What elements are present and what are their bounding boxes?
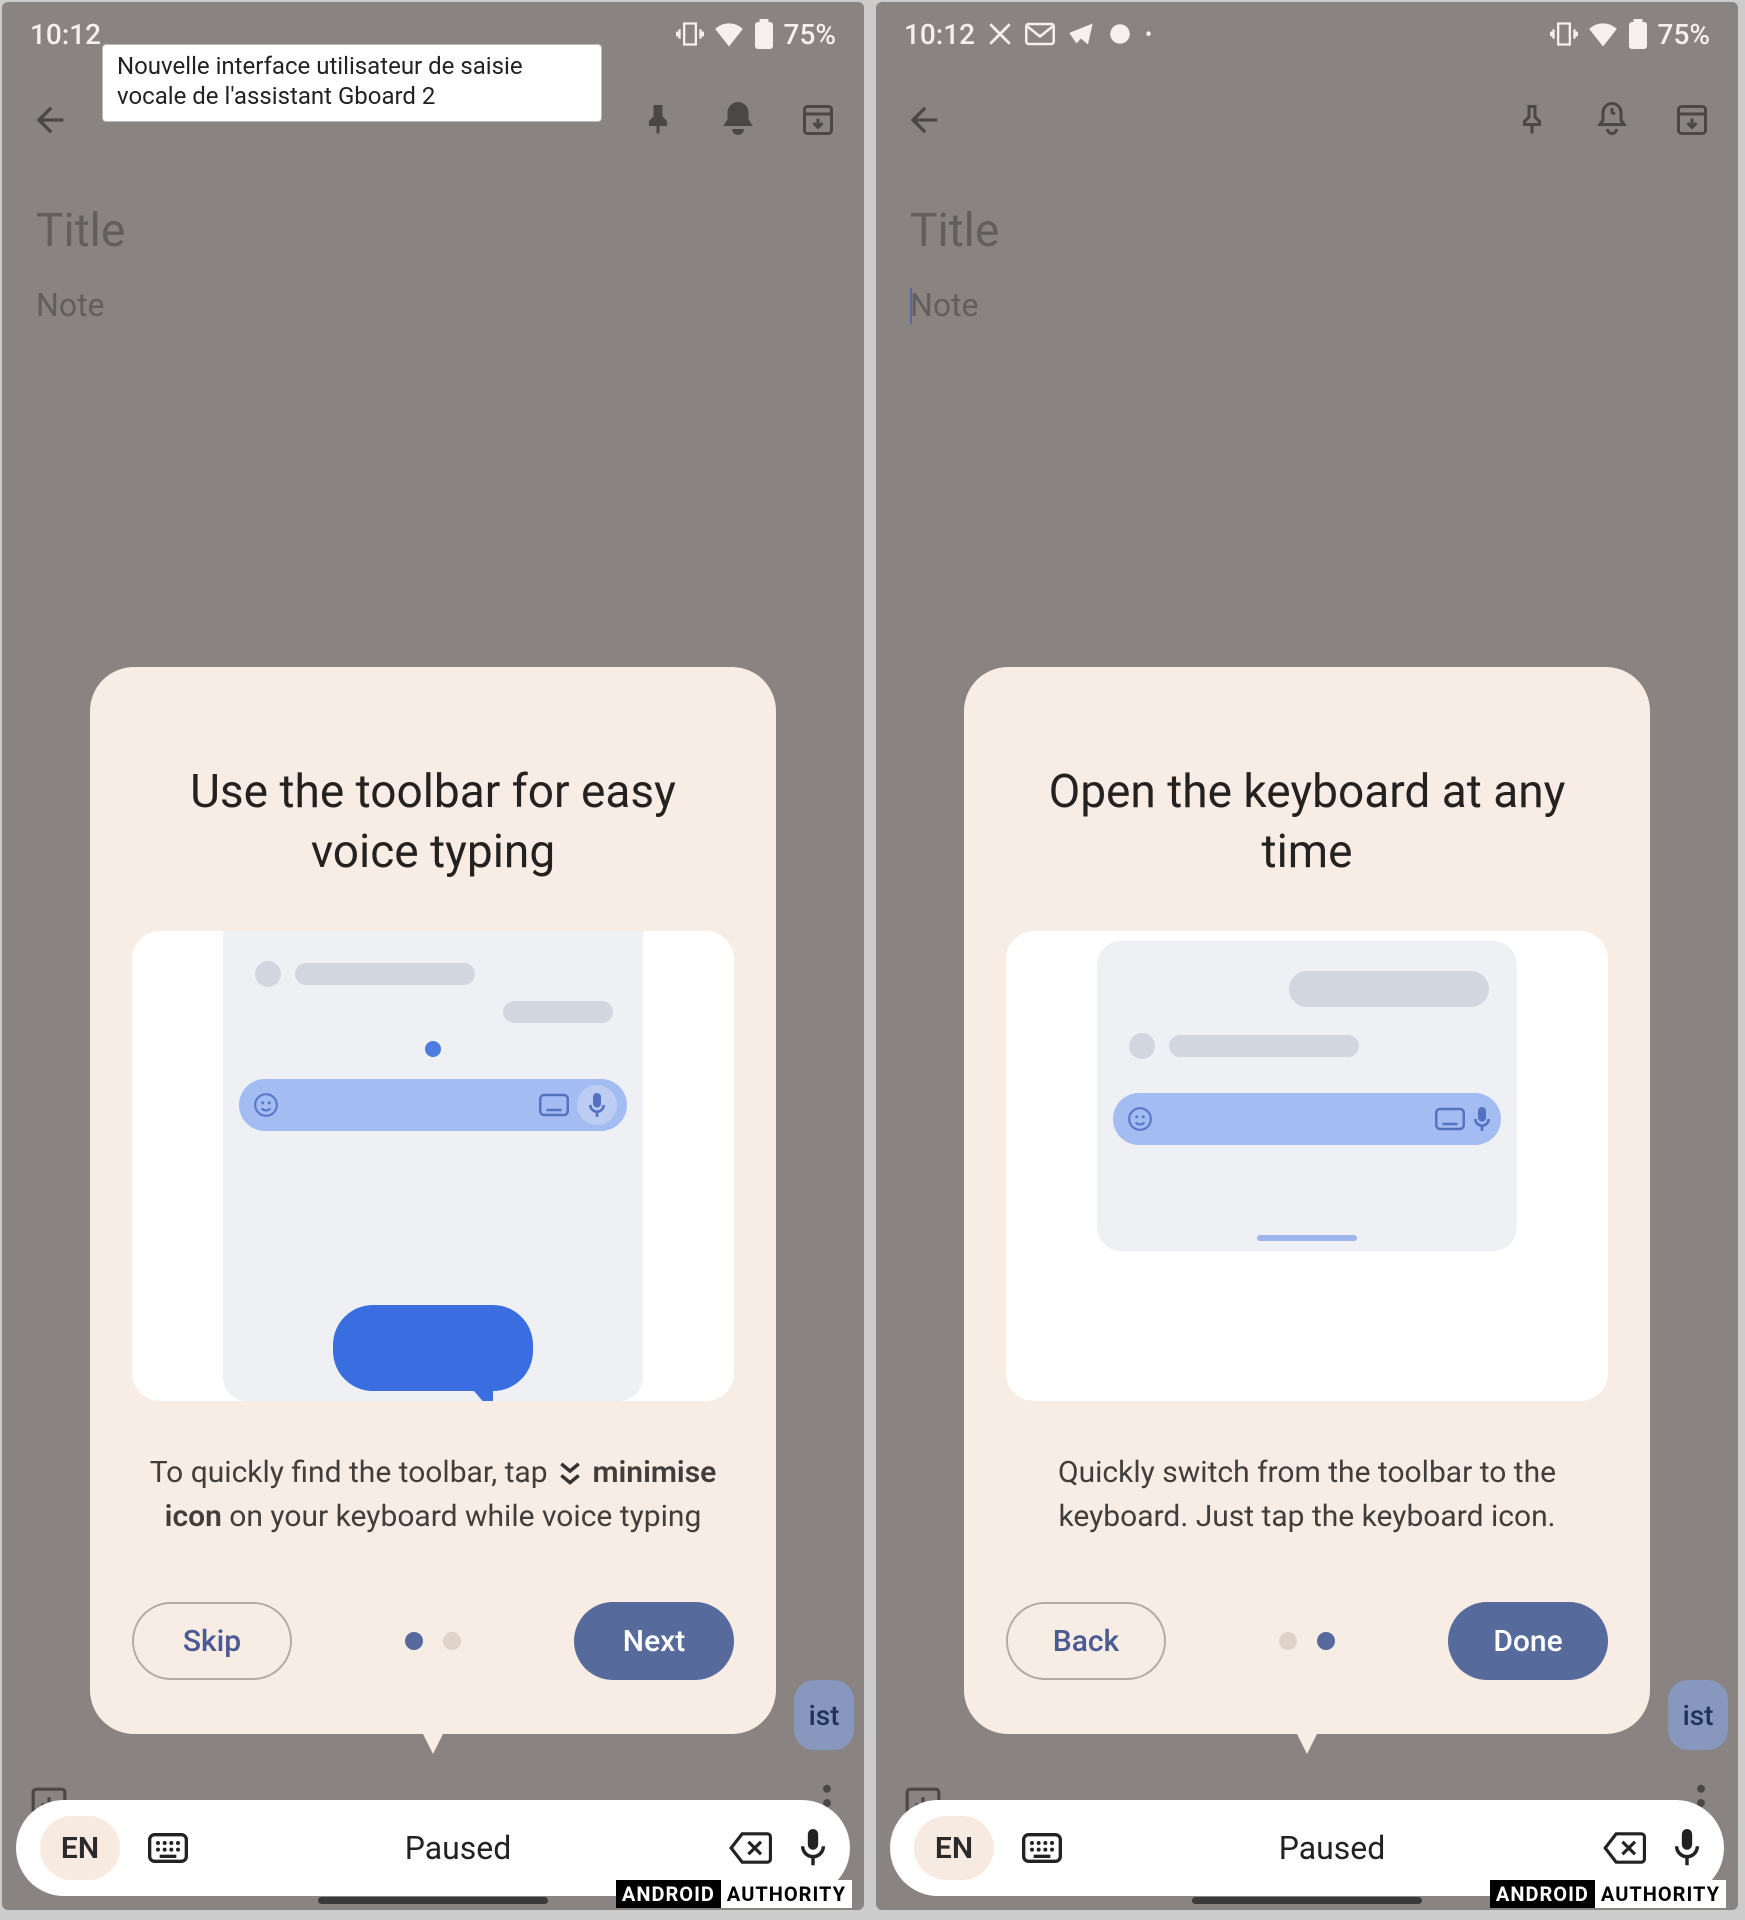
backspace-icon[interactable]	[1602, 1830, 1646, 1866]
keyboard-mini-icon	[539, 1093, 569, 1117]
back-button[interactable]: Back	[1006, 1602, 1166, 1680]
battery-percent: 75%	[1658, 18, 1710, 51]
voice-status: Paused	[216, 1829, 700, 1867]
keyboard-icon[interactable]	[148, 1832, 188, 1864]
back-icon[interactable]	[904, 100, 944, 140]
mic-mini-icon	[1473, 1107, 1491, 1131]
note-title-placeholder[interactable]: Title	[36, 204, 830, 258]
next-button[interactable]: Next	[574, 1602, 734, 1680]
mic-mini-icon	[588, 1093, 606, 1117]
suggestion-chip-peek[interactable]: ist	[794, 1680, 854, 1750]
page-dot-1	[405, 1632, 423, 1650]
page-indicator	[1279, 1632, 1335, 1650]
watermark: ANDROIDAUTHORITY	[616, 1880, 852, 1908]
suggestion-chip-peek[interactable]: ist	[1668, 1680, 1728, 1750]
emoji-icon	[253, 1092, 279, 1118]
voice-status: Paused	[1090, 1829, 1574, 1867]
card-heading: Use the toolbar for easy voice typing	[132, 763, 734, 883]
status-time: 10:12	[904, 18, 975, 51]
vibrate-icon	[676, 20, 704, 48]
page-dot-2	[443, 1632, 461, 1650]
onboarding-card: Open the keyboard at any time Quickly sw…	[964, 667, 1650, 1734]
reminder-bell-icon[interactable]	[1594, 100, 1630, 140]
x-app-icon	[987, 21, 1013, 47]
illus-home-indicator	[1257, 1235, 1357, 1241]
vibrate-icon	[1550, 20, 1578, 48]
chat-app-icon	[1107, 21, 1133, 47]
note-body-placeholder[interactable]: Note	[36, 286, 830, 324]
emoji-icon	[1127, 1106, 1153, 1132]
mic-icon[interactable]	[1674, 1829, 1700, 1867]
mic-icon[interactable]	[800, 1829, 826, 1867]
battery-percent: 75%	[784, 18, 836, 51]
page-indicator	[405, 1632, 461, 1650]
card-heading: Open the keyboard at any time	[1006, 763, 1608, 883]
card-illustration	[1006, 931, 1608, 1401]
battery-icon	[1628, 19, 1648, 49]
page-dot-1	[1279, 1632, 1297, 1650]
wifi-icon	[1588, 21, 1618, 47]
pin-icon[interactable]	[640, 102, 676, 138]
phone-left: 10:12 75% Nouvelle interface utilisateur…	[2, 2, 864, 1910]
back-icon[interactable]	[30, 100, 70, 140]
battery-icon	[754, 19, 774, 49]
language-chip[interactable]: EN	[914, 1816, 994, 1880]
watermark: ANDROIDAUTHORITY	[1490, 1880, 1726, 1908]
skip-button[interactable]: Skip	[132, 1602, 292, 1680]
status-time: 10:12	[30, 18, 101, 51]
keyboard-icon[interactable]	[1022, 1832, 1062, 1864]
app-toolbar	[876, 66, 1738, 174]
pin-icon[interactable]	[1514, 102, 1550, 138]
reminder-bell-icon[interactable]	[720, 100, 756, 140]
card-illustration	[132, 931, 734, 1401]
archive-icon[interactable]	[1674, 102, 1710, 138]
gesture-bar	[1192, 1897, 1422, 1904]
text-cursor	[910, 288, 912, 324]
bottom-area: ist EN Paused ANDROIDAUTHORITY	[2, 1780, 864, 1910]
note-title-placeholder[interactable]: Title	[910, 204, 1704, 258]
card-caption: To quickly find the toolbar, tap minimis…	[132, 1451, 734, 1538]
archive-icon[interactable]	[800, 102, 836, 138]
done-button[interactable]: Done	[1448, 1602, 1608, 1680]
gmail-icon	[1025, 22, 1055, 46]
hover-tooltip: Nouvelle interface utilisateur de saisie…	[102, 44, 602, 122]
chevron-double-down-icon	[558, 1461, 582, 1487]
onboarding-card: Use the toolbar for easy voice typing To…	[90, 667, 776, 1734]
backspace-icon[interactable]	[728, 1830, 772, 1866]
keyboard-mini-icon	[1435, 1107, 1465, 1131]
telegram-icon	[1067, 21, 1095, 47]
status-bar: 10:12 • 75%	[876, 2, 1738, 66]
speech-bubble-icon	[333, 1305, 533, 1391]
page-dot-2	[1317, 1632, 1335, 1650]
card-caption: Quickly switch from the toolbar to the k…	[1006, 1451, 1608, 1538]
wifi-icon	[714, 21, 744, 47]
gesture-bar	[318, 1897, 548, 1904]
phone-right: 10:12 • 75% Title Note Open the k	[876, 2, 1738, 1910]
bottom-area: ist EN Paused ANDROIDAUTHORITY	[876, 1780, 1738, 1910]
language-chip[interactable]: EN	[40, 1816, 120, 1880]
note-body-placeholder[interactable]: Note	[910, 286, 1704, 324]
